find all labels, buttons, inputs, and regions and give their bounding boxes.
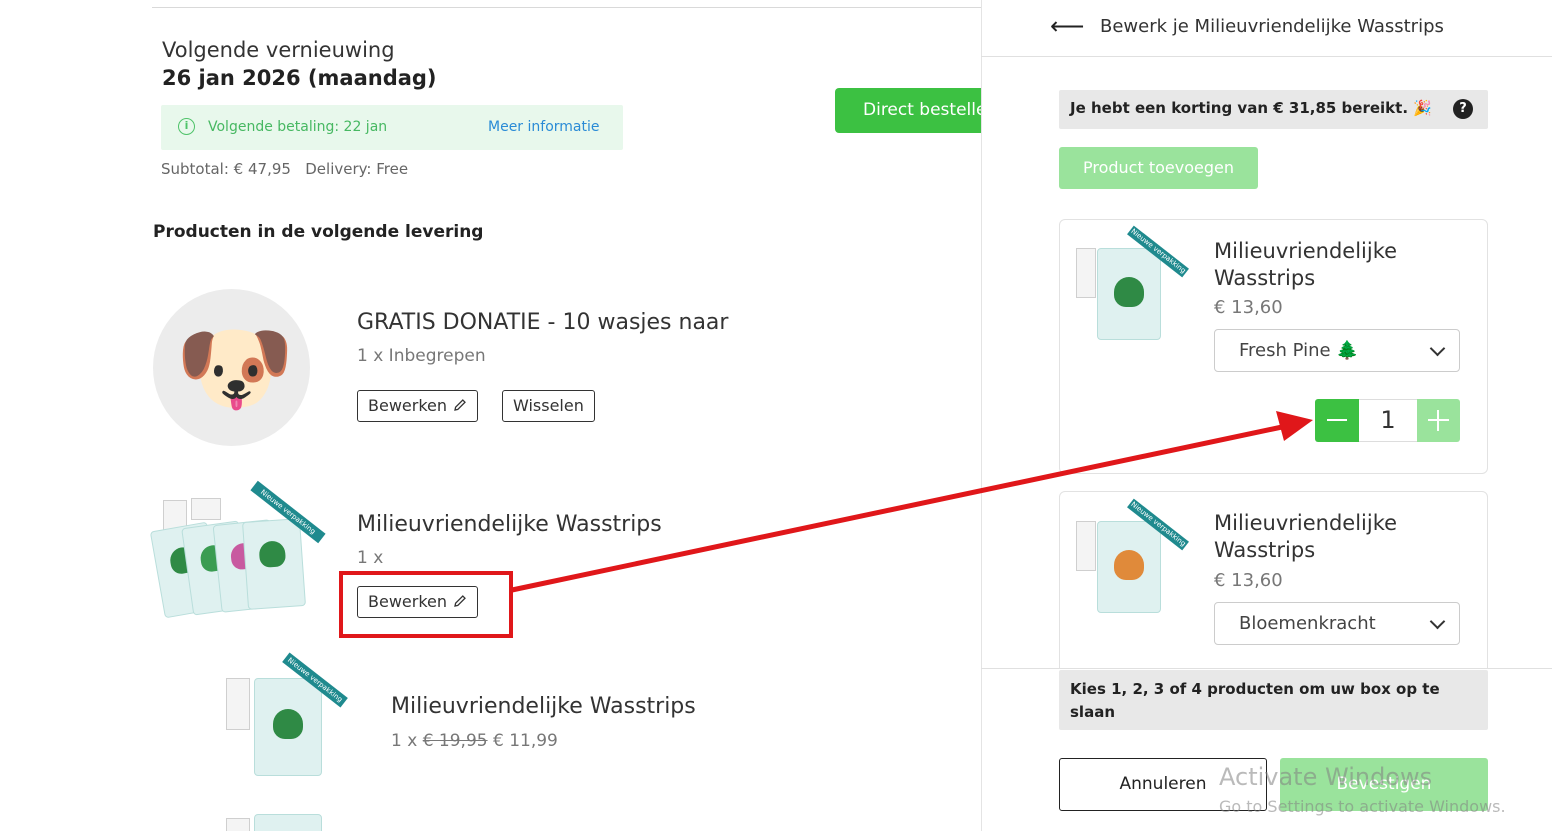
activation-watermark-title: Activate Windows: [1219, 763, 1433, 791]
annotation-arrow: [509, 411, 1313, 593]
annotation-arrow-head: [1276, 411, 1313, 441]
annotation-arrow-line: [509, 424, 1285, 593]
activation-watermark-subtitle: Go to Settings to activate Windows.: [1219, 797, 1506, 816]
